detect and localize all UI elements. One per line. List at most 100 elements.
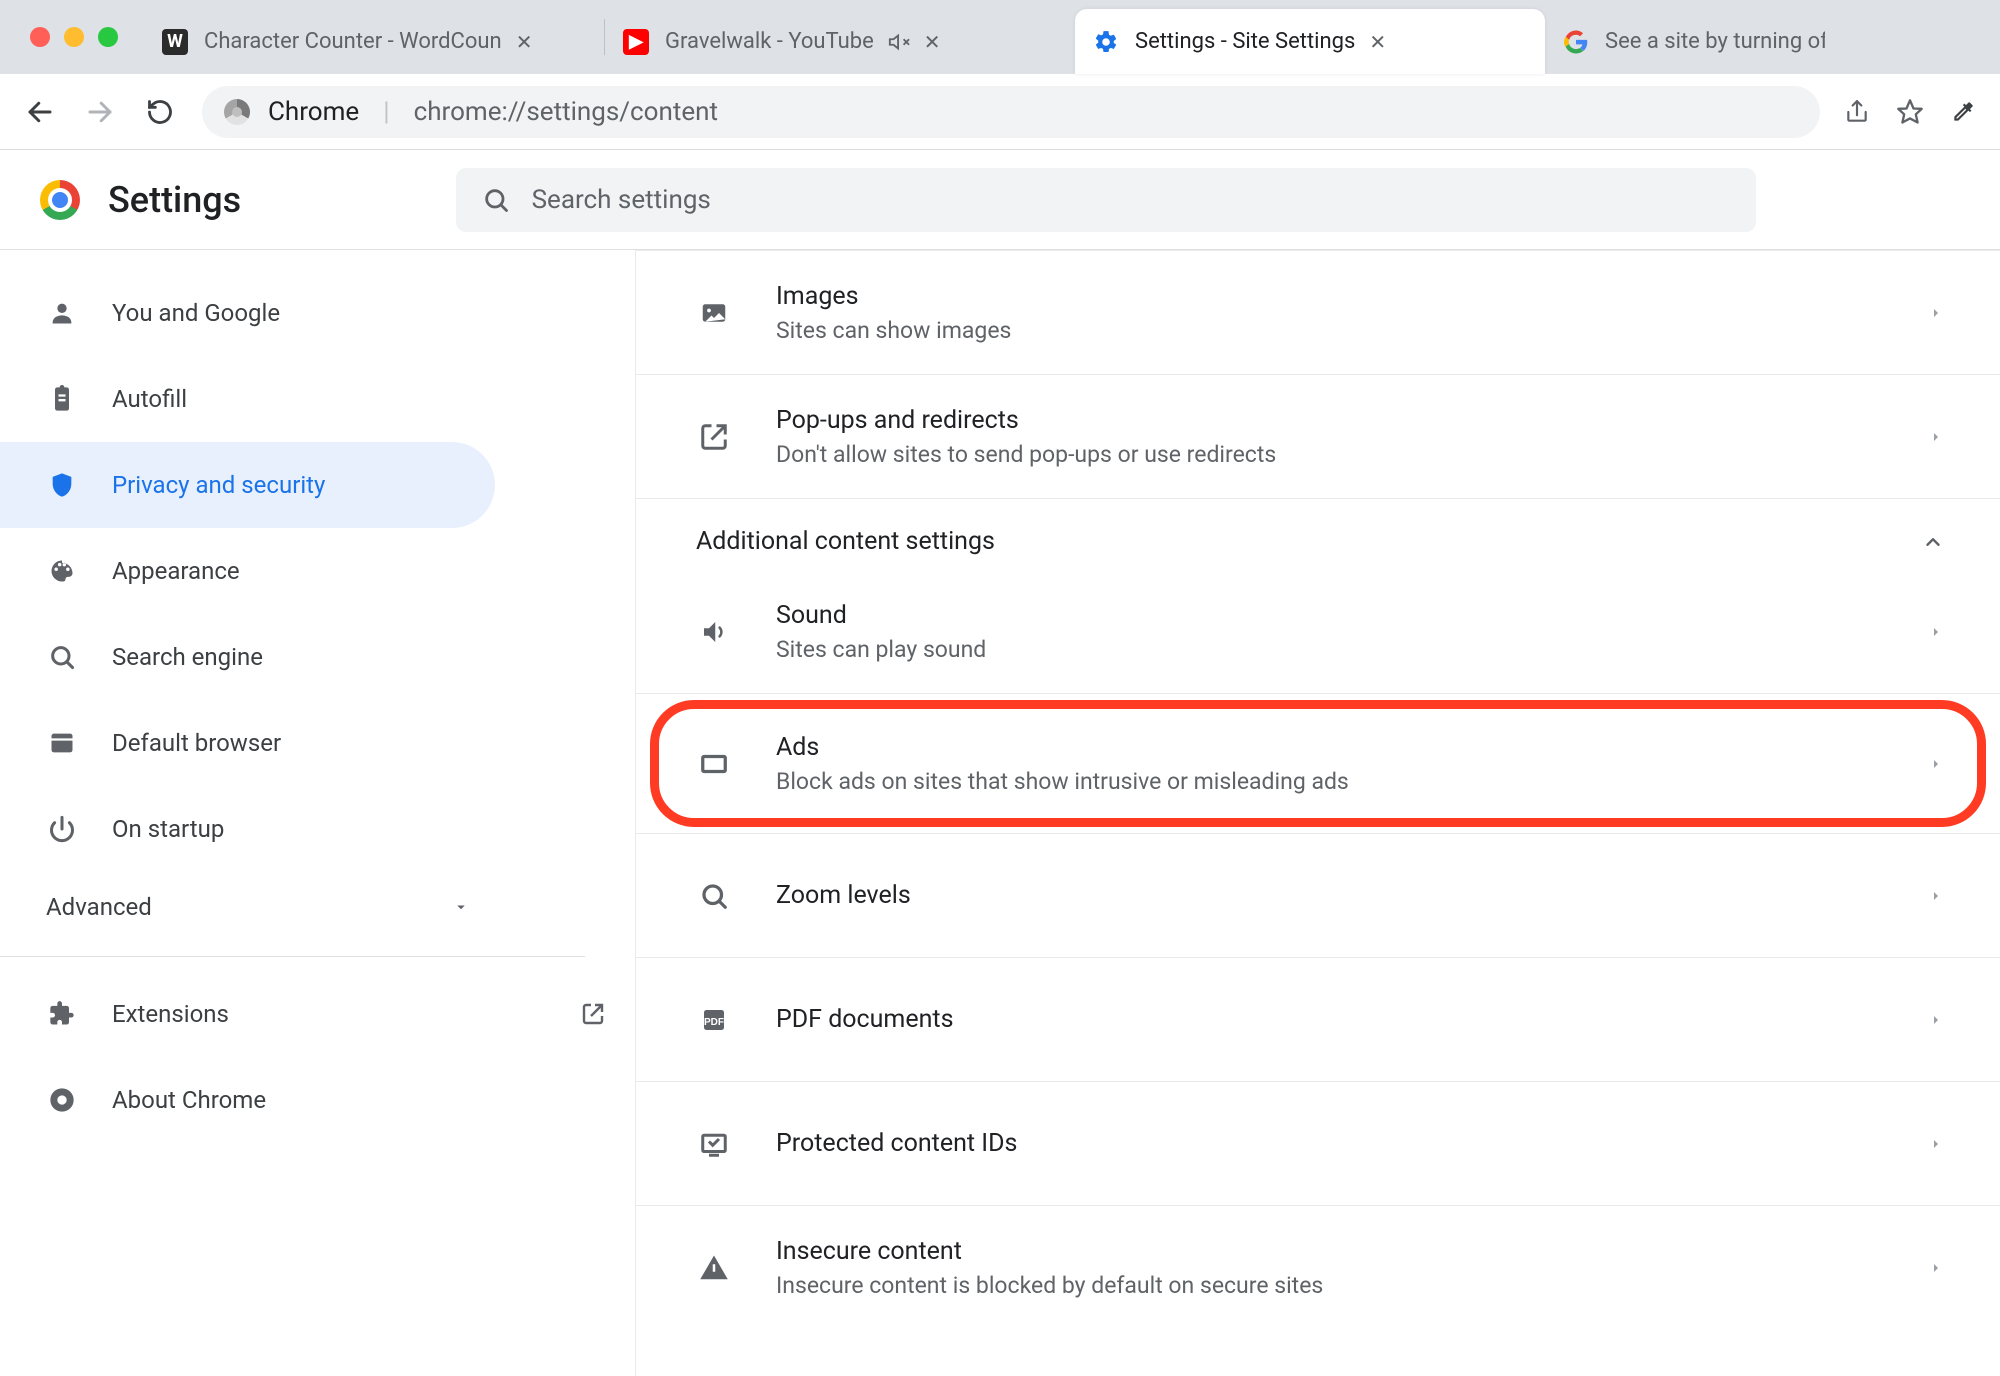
tab-youtube[interactable]: ▶ Gravelwalk - YouTube ✕ bbox=[605, 9, 1075, 74]
ads-icon bbox=[696, 746, 732, 782]
tab-google-support[interactable]: See a site by turning off Chr bbox=[1545, 9, 2000, 74]
tab-list: W Character Counter - WordCoun ✕ ▶ Grave… bbox=[144, 0, 2000, 74]
sidebar-item-extensions[interactable]: Extensions bbox=[0, 971, 605, 1057]
tab-settings[interactable]: Settings - Site Settings ✕ bbox=[1075, 9, 1545, 74]
window-minimize-button[interactable] bbox=[64, 27, 84, 47]
chevron-right-icon bbox=[1928, 305, 1944, 321]
chevron-up-icon bbox=[1922, 531, 1944, 553]
settings-content: Images Sites can show images Pop-ups and… bbox=[636, 250, 2000, 1376]
content-row-sound[interactable]: Sound Sites can play sound bbox=[636, 570, 2000, 694]
separator: | bbox=[377, 97, 395, 127]
sidebar-item-label: Extensions bbox=[112, 1000, 229, 1028]
volume-icon bbox=[696, 614, 732, 650]
settings-search-input[interactable]: Search settings bbox=[456, 168, 1756, 232]
sidebar-item-default-browser[interactable]: Default browser bbox=[0, 700, 495, 786]
search-icon bbox=[696, 878, 732, 914]
row-title: Images bbox=[776, 282, 1928, 311]
share-icon[interactable] bbox=[1844, 99, 1870, 125]
advanced-label: Advanced bbox=[46, 893, 152, 921]
window-controls bbox=[0, 0, 144, 74]
open-in-new-icon bbox=[696, 419, 732, 455]
sidebar-item-label: You and Google bbox=[112, 299, 280, 327]
sidebar-item-privacy-security[interactable]: Privacy and security bbox=[0, 442, 495, 528]
url-text: chrome://settings/content bbox=[414, 97, 718, 127]
chevron-right-icon bbox=[1928, 1260, 1944, 1276]
sidebar-item-label: Appearance bbox=[112, 557, 240, 585]
back-button[interactable] bbox=[22, 94, 58, 130]
bookmark-star-icon[interactable] bbox=[1896, 98, 1924, 126]
content-row-zoom-levels[interactable]: Zoom levels bbox=[636, 834, 2000, 958]
content-row-images[interactable]: Images Sites can show images bbox=[636, 251, 2000, 375]
sidebar-item-autofill[interactable]: Autofill bbox=[0, 356, 495, 442]
chrome-outline-icon bbox=[46, 1084, 78, 1116]
protected-content-icon bbox=[696, 1126, 732, 1162]
chevron-right-icon bbox=[1928, 1136, 1944, 1152]
sidebar-item-label: Autofill bbox=[112, 385, 187, 413]
content-row-ads[interactable]: Ads Block ads on sites that show intrusi… bbox=[636, 694, 2000, 834]
row-title: Ads bbox=[776, 733, 1928, 762]
content-row-popups[interactable]: Pop-ups and redirects Don't allow sites … bbox=[636, 375, 2000, 499]
row-subtitle: Insecure content is blocked by default o… bbox=[776, 1272, 1928, 1299]
content-row-protected-content[interactable]: Protected content IDs bbox=[636, 1082, 2000, 1206]
svg-text:PDF: PDF bbox=[704, 1017, 724, 1028]
settings-header: Settings Search settings bbox=[0, 150, 2000, 250]
row-subtitle: Block ads on sites that show intrusive o… bbox=[776, 768, 1928, 795]
chevron-right-icon bbox=[1928, 888, 1944, 904]
chevron-right-icon bbox=[1928, 1012, 1944, 1028]
eyedropper-icon[interactable] bbox=[1950, 99, 1976, 125]
tab-wordcounter[interactable]: W Character Counter - WordCoun ✕ bbox=[144, 9, 604, 74]
warning-icon bbox=[696, 1250, 732, 1286]
close-icon[interactable]: ✕ bbox=[1369, 30, 1386, 54]
url-scheme-label: Chrome bbox=[268, 97, 359, 127]
window-tab-strip: W Character Counter - WordCoun ✕ ▶ Grave… bbox=[0, 0, 2000, 74]
forward-button[interactable] bbox=[82, 94, 118, 130]
pdf-icon: PDF bbox=[696, 1002, 732, 1038]
row-title: Zoom levels bbox=[776, 881, 1928, 910]
clipboard-icon bbox=[46, 383, 78, 415]
address-bar[interactable]: Chrome | chrome://settings/content bbox=[202, 86, 1820, 138]
row-title: Insecure content bbox=[776, 1237, 1928, 1266]
tab-title: See a site by turning off Chr bbox=[1605, 29, 1825, 54]
sidebar-item-label: Default browser bbox=[112, 729, 281, 757]
reload-button[interactable] bbox=[142, 94, 178, 130]
row-title: PDF documents bbox=[776, 1005, 1928, 1034]
power-icon bbox=[46, 813, 78, 845]
sidebar-item-label: Search engine bbox=[112, 643, 263, 671]
sidebar-item-appearance[interactable]: Appearance bbox=[0, 528, 495, 614]
window-zoom-button[interactable] bbox=[98, 27, 118, 47]
image-icon bbox=[696, 295, 732, 331]
window-close-button[interactable] bbox=[30, 27, 50, 47]
sidebar-advanced-toggle[interactable]: Advanced bbox=[0, 872, 635, 942]
chrome-logo-icon bbox=[40, 180, 80, 220]
section-title: Additional content settings bbox=[696, 527, 995, 556]
audio-muted-icon[interactable] bbox=[888, 31, 910, 53]
chevron-down-icon bbox=[452, 898, 470, 916]
close-icon[interactable]: ✕ bbox=[924, 30, 941, 54]
sidebar-item-search-engine[interactable]: Search engine bbox=[0, 614, 495, 700]
sidebar-item-label: On startup bbox=[112, 815, 224, 843]
sidebar-item-on-startup[interactable]: On startup bbox=[0, 786, 495, 872]
sidebar-item-about-chrome[interactable]: About Chrome bbox=[0, 1057, 495, 1143]
row-title: Protected content IDs bbox=[776, 1129, 1928, 1158]
row-subtitle: Sites can show images bbox=[776, 317, 1928, 344]
close-icon[interactable]: ✕ bbox=[516, 30, 533, 54]
person-icon bbox=[46, 297, 78, 329]
page-title: Settings bbox=[108, 179, 241, 221]
browser-window-icon bbox=[46, 727, 78, 759]
sidebar-item-you-and-google[interactable]: You and Google bbox=[0, 270, 495, 356]
search-icon bbox=[482, 186, 510, 214]
content-row-pdf-documents[interactable]: PDF PDF documents bbox=[636, 958, 2000, 1082]
sidebar-item-label: Privacy and security bbox=[112, 471, 325, 499]
search-icon bbox=[46, 641, 78, 673]
tab-title: Character Counter - WordCoun bbox=[204, 29, 502, 54]
palette-icon bbox=[46, 555, 78, 587]
site-identity-icon[interactable] bbox=[224, 99, 250, 125]
row-subtitle: Don't allow sites to send pop-ups or use… bbox=[776, 441, 1928, 468]
section-additional-content[interactable]: Additional content settings bbox=[636, 499, 2000, 570]
content-row-insecure-content[interactable]: Insecure content Insecure content is blo… bbox=[636, 1206, 2000, 1330]
row-title: Sound bbox=[776, 601, 1928, 630]
browser-toolbar: Chrome | chrome://settings/content bbox=[0, 74, 2000, 150]
chevron-right-icon bbox=[1928, 429, 1944, 445]
chevron-right-icon bbox=[1928, 756, 1944, 772]
favicon-youtube: ▶ bbox=[623, 29, 649, 55]
